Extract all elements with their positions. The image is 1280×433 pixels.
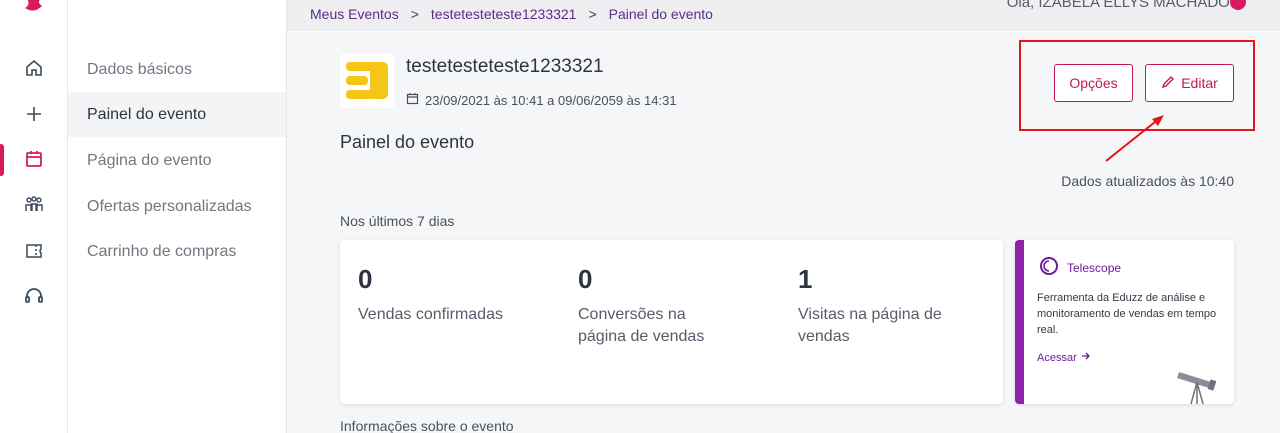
submenu-item-carrinho-de-compras[interactable]: Carrinho de compras	[68, 229, 286, 274]
stat-value: 0	[358, 264, 373, 294]
telescope-description: Ferramenta da Eduzz de análise e monitor…	[1037, 292, 1217, 336]
event-image	[340, 54, 394, 108]
stat-value: 1	[798, 264, 813, 294]
breadcrumb-separator: >	[410, 6, 419, 22]
people-icon[interactable]	[22, 193, 46, 217]
telescope-logo-icon	[1039, 256, 1059, 279]
event-dates-text: 23/09/2021 às 10:41 a 09/06/2059 às 14:3…	[425, 92, 677, 108]
plus-icon[interactable]	[22, 102, 46, 126]
event-info-heading: Informações sobre o evento	[340, 418, 514, 433]
breadcrumb: Meus Eventos > testetesteteste1233321 > …	[310, 6, 713, 22]
telescope-link-label: Acessar	[1037, 351, 1077, 364]
telescope-accent-stripe	[1015, 240, 1024, 404]
ticket-icon[interactable]	[22, 239, 46, 263]
period-label: Nos últimos 7 dias	[340, 213, 455, 229]
breadcrumb-item-event[interactable]: testetesteteste1233321	[431, 6, 577, 22]
stat-label: Vendas confirmadas	[358, 306, 503, 323]
submenu-item-ofertas-personalizadas[interactable]: Ofertas personalizadas	[68, 184, 286, 229]
event-submenu: Dados básicos Painel do evento Página do…	[68, 0, 287, 433]
icon-rail	[0, 0, 68, 433]
telescope-access-link[interactable]: Acessar	[1037, 351, 1091, 364]
stat-conversoes: 0 Conversões na página de vendas	[578, 260, 728, 348]
submenu-item-dados-basicos[interactable]: Dados básicos	[68, 47, 286, 92]
stat-label: Visitas na página de vendas	[798, 306, 942, 345]
breadcrumb-separator: >	[588, 6, 597, 22]
page-title: Painel do evento	[340, 132, 475, 152]
telescope-card: Telescope Ferramenta da Eduzz de análise…	[1015, 240, 1234, 404]
stat-label: Conversões na página de vendas	[578, 306, 705, 345]
breadcrumb-item-current: Painel do evento	[608, 6, 713, 22]
top-bar: Meus Eventos > testetesteteste1233321 > …	[287, 0, 1280, 30]
submenu-item-painel-do-evento[interactable]: Painel do evento	[68, 92, 286, 137]
stat-visitas: 1 Visitas na página de vendas	[798, 260, 948, 348]
data-updated-text: Dados atualizados às 10:40	[1061, 173, 1234, 189]
submenu-item-pagina-do-evento[interactable]: Página do evento	[68, 138, 286, 183]
home-icon[interactable]	[22, 56, 46, 80]
telescope-header: Telescope	[1039, 256, 1121, 279]
user-greeting[interactable]: Olá, IZABELA ELLYS MACHADO!	[1007, 0, 1234, 11]
calendar-small-icon	[406, 92, 419, 108]
arrow-right-icon	[1081, 351, 1091, 364]
telescope-illustration-icon	[1175, 364, 1221, 404]
active-indicator	[0, 144, 4, 176]
eduzz-logo[interactable]	[22, 0, 46, 16]
event-title: testetesteteste1233321	[406, 56, 604, 77]
annotation-arrow	[1105, 115, 1164, 162]
event-dates: 23/09/2021 às 10:41 a 09/06/2059 às 14:3…	[406, 92, 677, 108]
user-avatar-icon[interactable]	[1230, 0, 1246, 10]
headset-icon[interactable]	[22, 284, 46, 308]
stat-vendas-confirmadas: 0 Vendas confirmadas	[358, 260, 508, 326]
stats-card: 0 Vendas confirmadas 0 Conversões na pág…	[340, 240, 1003, 404]
stat-value: 0	[578, 264, 593, 294]
breadcrumb-item-meus-eventos[interactable]: Meus Eventos	[310, 6, 399, 22]
telescope-name: Telescope	[1067, 260, 1122, 275]
calendar-icon[interactable]	[22, 147, 46, 171]
